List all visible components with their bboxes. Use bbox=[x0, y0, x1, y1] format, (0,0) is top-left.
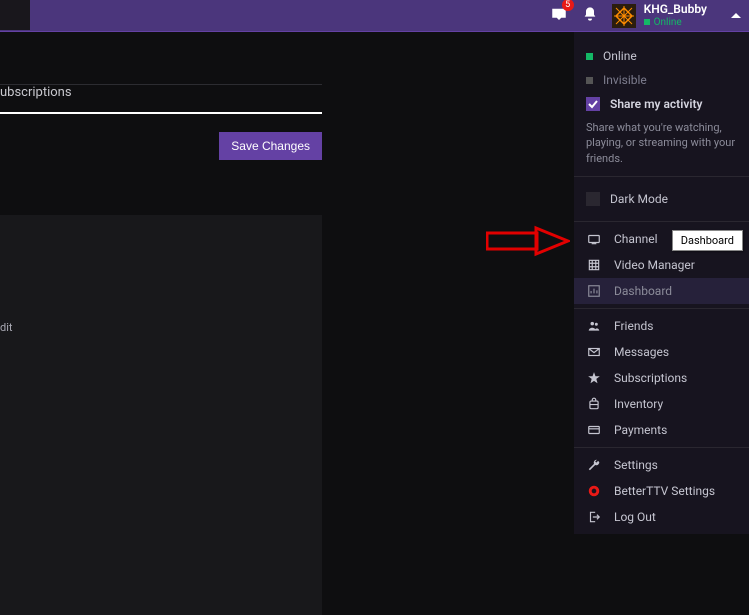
checkbox-checked-icon bbox=[586, 97, 600, 111]
status-label: Online bbox=[654, 17, 682, 28]
content-card: dit bbox=[0, 215, 322, 615]
status-option-invisible[interactable]: Invisible bbox=[586, 68, 737, 92]
logout-icon bbox=[586, 510, 602, 524]
bell-icon bbox=[582, 6, 598, 22]
user-menu-toggle[interactable]: KHG_Bubby Online bbox=[612, 3, 741, 27]
menu-item-label: Settings bbox=[614, 458, 658, 472]
checkbox-empty-icon bbox=[586, 192, 600, 206]
star-icon bbox=[586, 371, 602, 385]
inbox-button[interactable]: 5 bbox=[550, 5, 568, 27]
menu-item-friends[interactable]: Friends bbox=[574, 313, 749, 339]
chart-icon bbox=[586, 284, 602, 298]
menu-item-video-manager[interactable]: Video Manager bbox=[574, 252, 749, 278]
share-activity-description: Share what you're watching, playing, or … bbox=[586, 120, 737, 166]
menu-item-dashboard[interactable]: Dashboard bbox=[574, 278, 749, 304]
film-icon bbox=[586, 258, 602, 272]
notifications-button[interactable] bbox=[582, 6, 598, 26]
share-activity-label: Share my activity bbox=[610, 97, 702, 111]
menu-item-label: Friends bbox=[614, 319, 653, 333]
online-dot-icon bbox=[586, 53, 593, 60]
share-activity-toggle[interactable]: Share my activity bbox=[586, 92, 737, 116]
backpack-icon bbox=[586, 397, 602, 411]
invisible-dot-icon bbox=[586, 77, 593, 84]
menu-item-label: Subscriptions bbox=[614, 371, 687, 385]
menu-item-logout[interactable]: Log Out bbox=[574, 504, 749, 530]
tv-icon bbox=[586, 232, 602, 246]
dashboard-tooltip: Dashboard bbox=[672, 230, 743, 251]
menu-item-messages[interactable]: Messages bbox=[574, 339, 749, 365]
status-option-online[interactable]: Online bbox=[586, 44, 737, 68]
envelope-icon bbox=[586, 345, 602, 359]
menu-item-subscriptions[interactable]: Subscriptions bbox=[574, 365, 749, 391]
username-label: KHG_Bubby bbox=[644, 3, 707, 16]
menu-item-label: Channel bbox=[614, 232, 657, 246]
menu-item-label: Dashboard bbox=[614, 284, 672, 298]
menu-item-settings[interactable]: Settings bbox=[574, 452, 749, 478]
caret-up-icon bbox=[731, 6, 741, 25]
status-option-label: Online bbox=[603, 49, 637, 63]
dark-mode-label: Dark Mode bbox=[610, 192, 668, 206]
settings-panel: ubscriptions Save Changes dit bbox=[0, 84, 322, 564]
betterttv-icon bbox=[586, 484, 602, 498]
inbox-badge: 5 bbox=[562, 0, 574, 11]
save-changes-button[interactable]: Save Changes bbox=[219, 132, 322, 160]
user-dropdown: Online Invisible Share my activity Share… bbox=[574, 32, 749, 534]
menu-item-inventory[interactable]: Inventory bbox=[574, 391, 749, 417]
menu-item-label: Log Out bbox=[614, 510, 656, 524]
section-heading: ubscriptions bbox=[0, 85, 322, 108]
dark-mode-toggle[interactable]: Dark Mode bbox=[586, 187, 737, 211]
wrench-icon bbox=[586, 458, 602, 472]
menu-item-label: BetterTTV Settings bbox=[614, 484, 715, 498]
card-icon bbox=[586, 423, 602, 437]
friends-icon bbox=[586, 319, 602, 333]
topbar: 5 KHG_Bubby Online bbox=[0, 0, 749, 32]
menu-item-label: Messages bbox=[614, 345, 669, 359]
avatar bbox=[612, 4, 636, 28]
status-option-label: Invisible bbox=[603, 73, 647, 87]
menu-item-betterttv[interactable]: BetterTTV Settings bbox=[574, 478, 749, 504]
status-dot-icon bbox=[644, 19, 650, 25]
menu-item-label: Payments bbox=[614, 423, 667, 437]
edit-label: dit bbox=[0, 321, 12, 334]
top-left-placeholder bbox=[0, 0, 30, 30]
menu-item-label: Video Manager bbox=[614, 258, 695, 272]
menu-item-label: Inventory bbox=[614, 397, 663, 411]
menu-item-payments[interactable]: Payments bbox=[574, 417, 749, 443]
